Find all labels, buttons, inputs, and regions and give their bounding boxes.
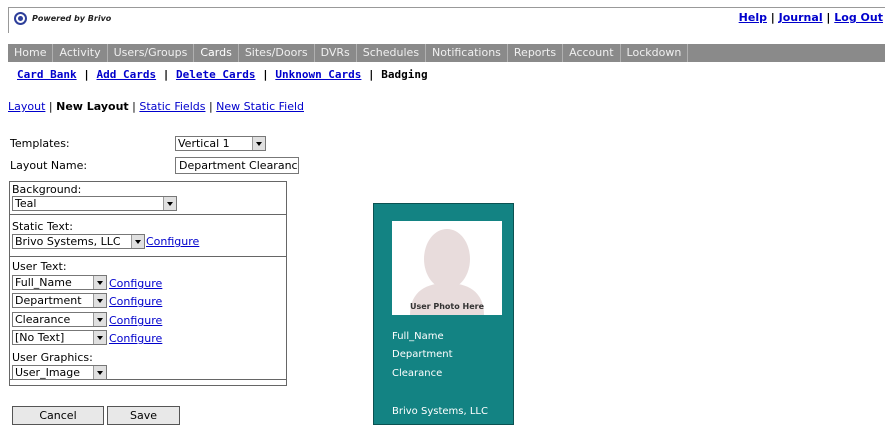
user-text-select-4[interactable]: [No Text] bbox=[12, 330, 107, 345]
dropdown-arrow-icon bbox=[93, 366, 106, 379]
dropdown-arrow-icon bbox=[93, 313, 106, 326]
header-links: Help | Journal | Log Out bbox=[738, 11, 883, 24]
user-graphics-label: User Graphics: bbox=[12, 351, 93, 364]
badge-line-1: Full_Name bbox=[392, 331, 444, 342]
card-subnav: Card Bank | Add Cards | Delete Cards | U… bbox=[17, 68, 428, 81]
help-link[interactable]: Help bbox=[739, 11, 767, 24]
tab-home[interactable]: Home bbox=[8, 44, 54, 62]
dropdown-arrow-icon bbox=[163, 197, 176, 210]
tab-cards[interactable]: Cards bbox=[194, 44, 239, 62]
badging-current: Badging bbox=[381, 68, 428, 81]
user-text-value-1: Full_Name bbox=[15, 276, 72, 289]
tab-activity[interactable]: Activity bbox=[53, 44, 108, 62]
photo-label: User Photo Here bbox=[409, 302, 485, 311]
user-text-label: User Text: bbox=[12, 260, 67, 273]
layout-name-label: Layout Name: bbox=[10, 159, 88, 172]
tab-notifications[interactable]: Notifications bbox=[426, 44, 508, 62]
configure-static-text-link[interactable]: Configure bbox=[146, 235, 199, 248]
background-value: Teal bbox=[15, 197, 37, 210]
divider bbox=[9, 214, 287, 215]
configure-user-text-1-link[interactable]: Configure bbox=[109, 277, 162, 290]
user-text-value-3: Clearance bbox=[15, 313, 71, 326]
background-select[interactable]: Teal bbox=[12, 196, 177, 211]
static-fields-link[interactable]: Static Fields bbox=[139, 100, 205, 113]
user-text-select-1[interactable]: Full_Name bbox=[12, 275, 107, 290]
brivo-logo-icon bbox=[14, 12, 27, 25]
tab-schedules[interactable]: Schedules bbox=[357, 44, 427, 62]
layout-name-input[interactable]: Department Clearanc bbox=[175, 157, 299, 174]
static-text-select[interactable]: Brivo Systems, LLC bbox=[12, 234, 145, 249]
user-text-value-4: [No Text] bbox=[15, 331, 65, 344]
unknown-cards-link[interactable]: Unknown Cards bbox=[275, 68, 361, 81]
badge-line-3: Clearance bbox=[392, 368, 443, 379]
configure-user-text-4-link[interactable]: Configure bbox=[109, 332, 162, 345]
dropdown-arrow-icon bbox=[93, 294, 106, 307]
tab-lockdown[interactable]: Lockdown bbox=[621, 44, 689, 62]
new-static-field-link[interactable]: New Static Field bbox=[216, 100, 304, 113]
brand-text: Powered by Brivo bbox=[32, 14, 112, 23]
templates-select[interactable]: Vertical 1 bbox=[175, 136, 266, 151]
static-text-value: Brivo Systems, LLC bbox=[15, 235, 121, 248]
user-text-select-3[interactable]: Clearance bbox=[12, 312, 107, 327]
card-bank-link[interactable]: Card Bank bbox=[17, 68, 77, 81]
templates-label: Templates: bbox=[10, 137, 70, 150]
dropdown-arrow-icon bbox=[131, 235, 144, 248]
layout-breadcrumb: Layout | New Layout | Static Fields | Ne… bbox=[8, 100, 304, 113]
journal-link[interactable]: Journal bbox=[779, 11, 823, 24]
layout-link[interactable]: Layout bbox=[8, 100, 45, 113]
templates-value: Vertical 1 bbox=[178, 137, 230, 150]
user-photo-placeholder bbox=[392, 221, 502, 315]
new-layout-current: New Layout bbox=[56, 100, 129, 113]
delete-cards-link[interactable]: Delete Cards bbox=[176, 68, 255, 81]
user-graphics-value: User_Image bbox=[15, 366, 81, 379]
tab-account[interactable]: Account bbox=[563, 44, 621, 62]
tab-dvrs[interactable]: DVRs bbox=[315, 44, 357, 62]
brand: Powered by Brivo bbox=[14, 12, 111, 25]
divider bbox=[9, 256, 287, 257]
person-silhouette-icon bbox=[410, 229, 484, 315]
cancel-button[interactable]: Cancel bbox=[12, 406, 104, 425]
dropdown-arrow-icon bbox=[93, 331, 106, 344]
user-text-select-2[interactable]: Department bbox=[12, 293, 107, 308]
dropdown-arrow-icon bbox=[252, 137, 265, 150]
configure-user-text-2-link[interactable]: Configure bbox=[109, 295, 162, 308]
main-nav: Home Activity Users/Groups Cards Sites/D… bbox=[8, 44, 885, 62]
user-graphics-select[interactable]: User_Image bbox=[12, 365, 107, 380]
dropdown-arrow-icon bbox=[93, 276, 106, 289]
badge-footer: Brivo Systems, LLC bbox=[392, 406, 488, 417]
static-text-label: Static Text: bbox=[12, 220, 73, 233]
tab-sites-doors[interactable]: Sites/Doors bbox=[239, 44, 315, 62]
save-button[interactable]: Save bbox=[107, 406, 180, 425]
tab-reports[interactable]: Reports bbox=[508, 44, 564, 62]
configure-user-text-3-link[interactable]: Configure bbox=[109, 314, 162, 327]
badge-line-2: Department bbox=[392, 349, 453, 360]
logout-link[interactable]: Log Out bbox=[834, 11, 883, 24]
tab-users-groups[interactable]: Users/Groups bbox=[108, 44, 195, 62]
background-label: Background: bbox=[12, 183, 82, 196]
add-cards-link[interactable]: Add Cards bbox=[96, 68, 156, 81]
user-text-value-2: Department bbox=[15, 294, 82, 307]
